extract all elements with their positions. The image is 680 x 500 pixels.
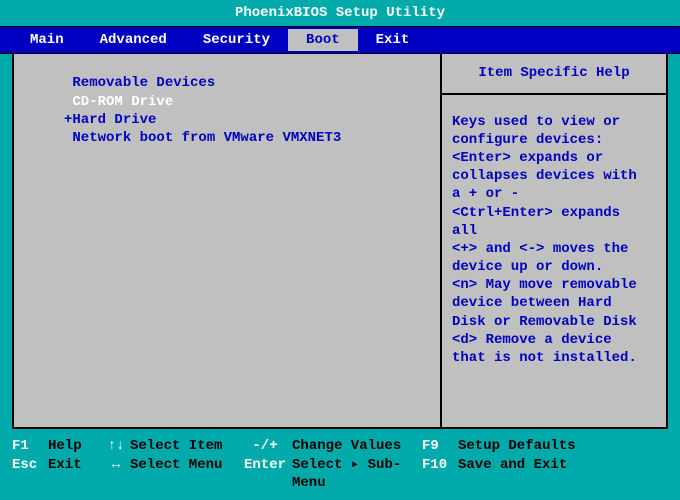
footer-row-1: F1 Help ↑↓ Select Item -/+ Change Values… — [12, 437, 668, 455]
key-f1[interactable]: F1 — [12, 437, 48, 455]
help-body: Keys used to view or configure devices: … — [442, 95, 666, 386]
bios-setup-window: PhoenixBIOS Setup Utility Main Advanced … — [0, 0, 680, 500]
label-select-menu: Select Menu — [130, 456, 238, 474]
key-minus-plus: -/+ — [238, 437, 292, 455]
tab-main[interactable]: Main — [12, 29, 82, 51]
menu-bar: Main Advanced Security Boot Exit — [0, 26, 680, 54]
key-f9[interactable]: F9 — [422, 437, 458, 455]
key-esc[interactable]: Esc — [12, 456, 48, 474]
help-panel: Item Specific Help Keys used to view or … — [442, 54, 666, 427]
tab-boot[interactable]: Boot — [288, 29, 358, 51]
tab-security[interactable]: Security — [185, 29, 288, 51]
footer-row-2: Esc Exit ↔ Select Menu Enter Select ▸ Su… — [12, 456, 668, 492]
tab-advanced[interactable]: Advanced — [82, 29, 185, 51]
label-select-item: Select Item — [130, 437, 238, 455]
label-select-submenu: Select ▸ Sub-Menu — [292, 456, 422, 492]
label-setup-defaults: Setup Defaults — [458, 437, 668, 455]
boot-order-panel: Removable Devices CD-ROM Drive +Hard Dri… — [14, 54, 442, 427]
label-help: Help — [48, 437, 102, 455]
arrow-updown-icon: ↑↓ — [102, 437, 130, 455]
help-title: Item Specific Help — [442, 54, 666, 94]
tab-exit[interactable]: Exit — [358, 29, 428, 51]
label-change-values: Change Values — [292, 437, 422, 455]
boot-item-hard-drive[interactable]: +Hard Drive — [64, 111, 430, 129]
title-bar: PhoenixBIOS Setup Utility — [0, 0, 680, 26]
boot-item-removable[interactable]: Removable Devices — [64, 74, 430, 92]
label-save-exit: Save and Exit — [458, 456, 668, 474]
label-exit: Exit — [48, 456, 102, 474]
app-title: PhoenixBIOS Setup Utility — [235, 5, 445, 21]
footer-help-bar: F1 Help ↑↓ Select Item -/+ Change Values… — [0, 433, 680, 500]
boot-item-network[interactable]: Network boot from VMware VMXNET3 — [64, 129, 430, 147]
arrow-leftright-icon: ↔ — [102, 456, 130, 474]
key-enter: Enter — [238, 456, 292, 474]
boot-item-cdrom[interactable]: CD-ROM Drive — [64, 93, 430, 111]
key-f10[interactable]: F10 — [422, 456, 458, 474]
main-area: Removable Devices CD-ROM Drive +Hard Dri… — [12, 54, 668, 429]
